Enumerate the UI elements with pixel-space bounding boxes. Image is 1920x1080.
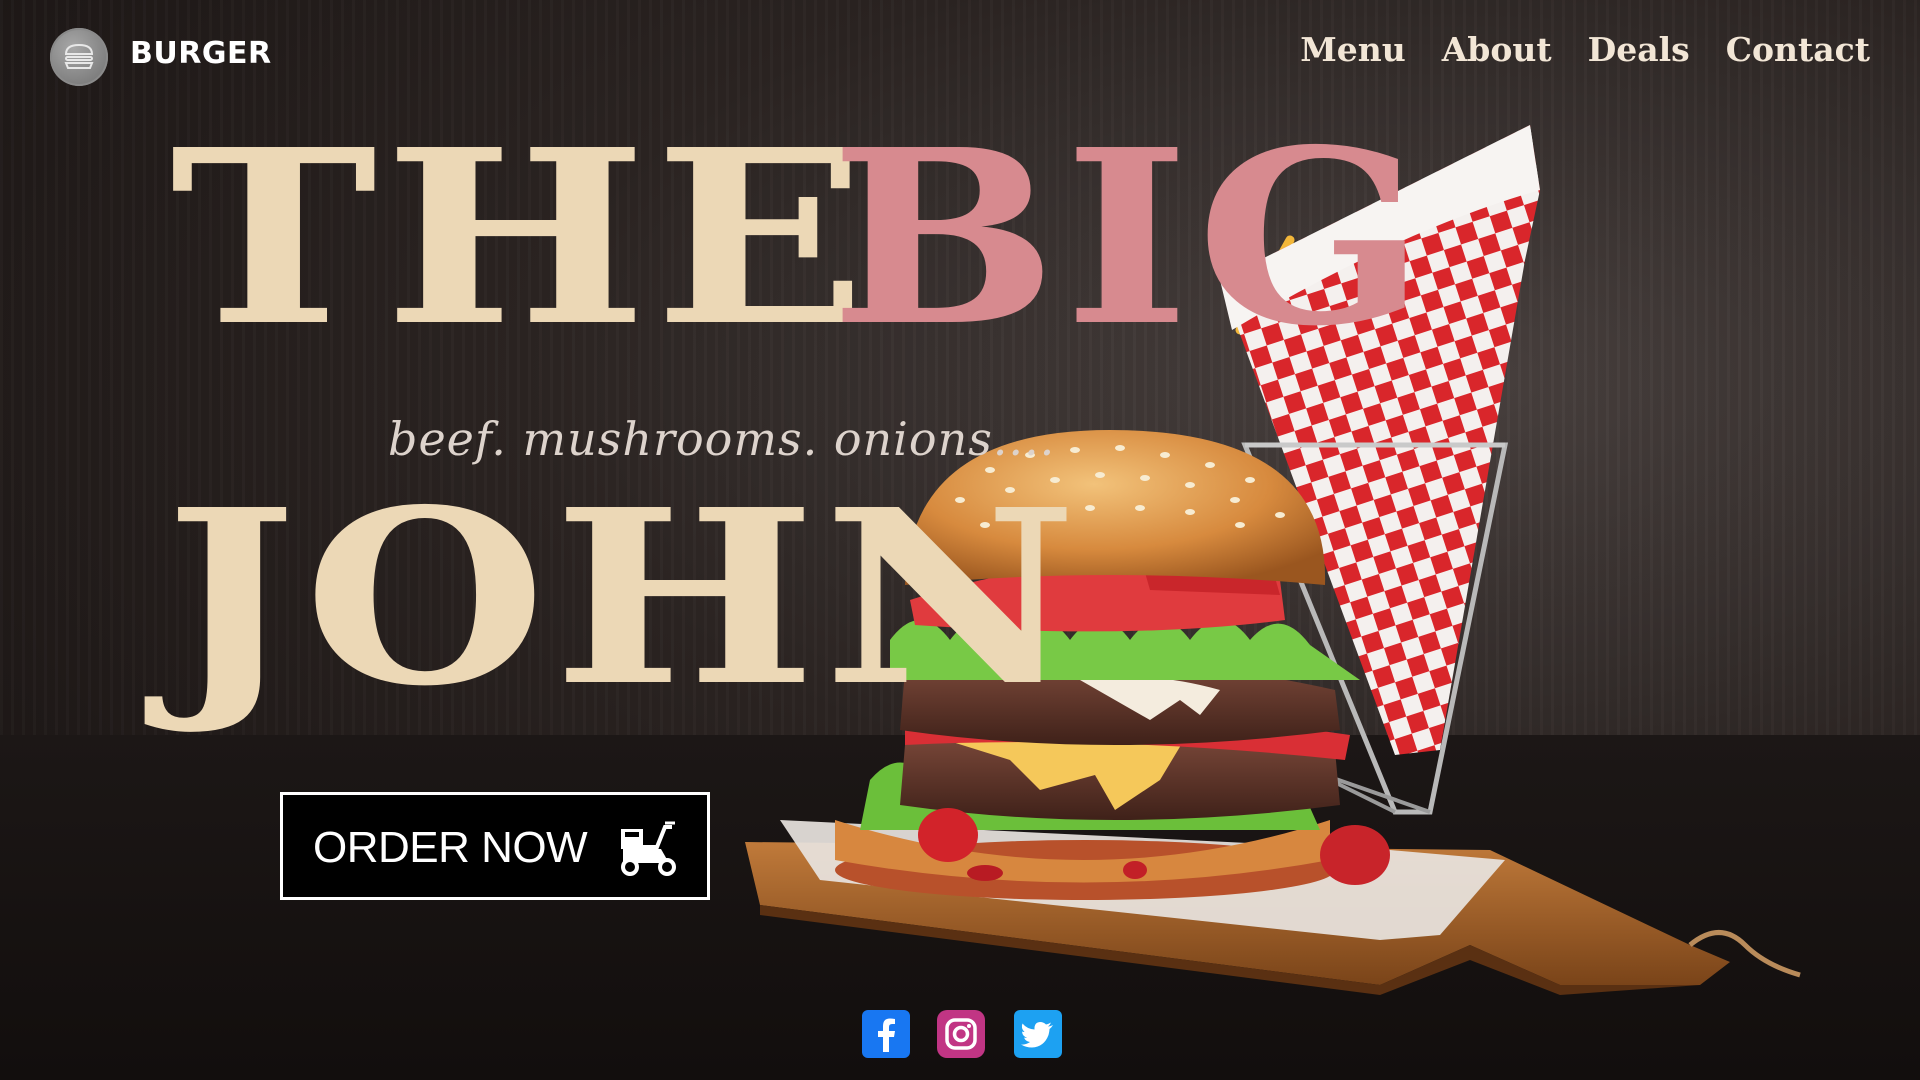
headline-the: THE — [170, 97, 874, 379]
nav-about[interactable]: About — [1442, 30, 1552, 69]
nav-contact[interactable]: Contact — [1726, 30, 1870, 69]
headline-john: JOHN — [165, 457, 1085, 739]
order-now-label: ORDER NOW — [313, 823, 588, 872]
hero-background: BURGER Menu About Deals Contact THE BIG … — [0, 0, 1920, 1080]
brand-name[interactable]: BURGER — [130, 36, 272, 71]
nav-menu[interactable]: Menu — [1300, 30, 1406, 69]
logo-badge[interactable] — [50, 28, 108, 86]
main-nav: Menu About Deals Contact — [1300, 30, 1870, 69]
instagram-icon[interactable] — [937, 1010, 985, 1058]
delivery-scooter-icon — [621, 821, 676, 876]
burger-icon — [64, 43, 94, 69]
twitter-icon[interactable] — [1014, 1010, 1062, 1058]
facebook-icon[interactable] — [862, 1010, 910, 1058]
headline-big: BIG — [830, 97, 1433, 379]
order-now-button[interactable]: ORDER NOW — [280, 792, 710, 900]
nav-deals[interactable]: Deals — [1588, 30, 1690, 69]
